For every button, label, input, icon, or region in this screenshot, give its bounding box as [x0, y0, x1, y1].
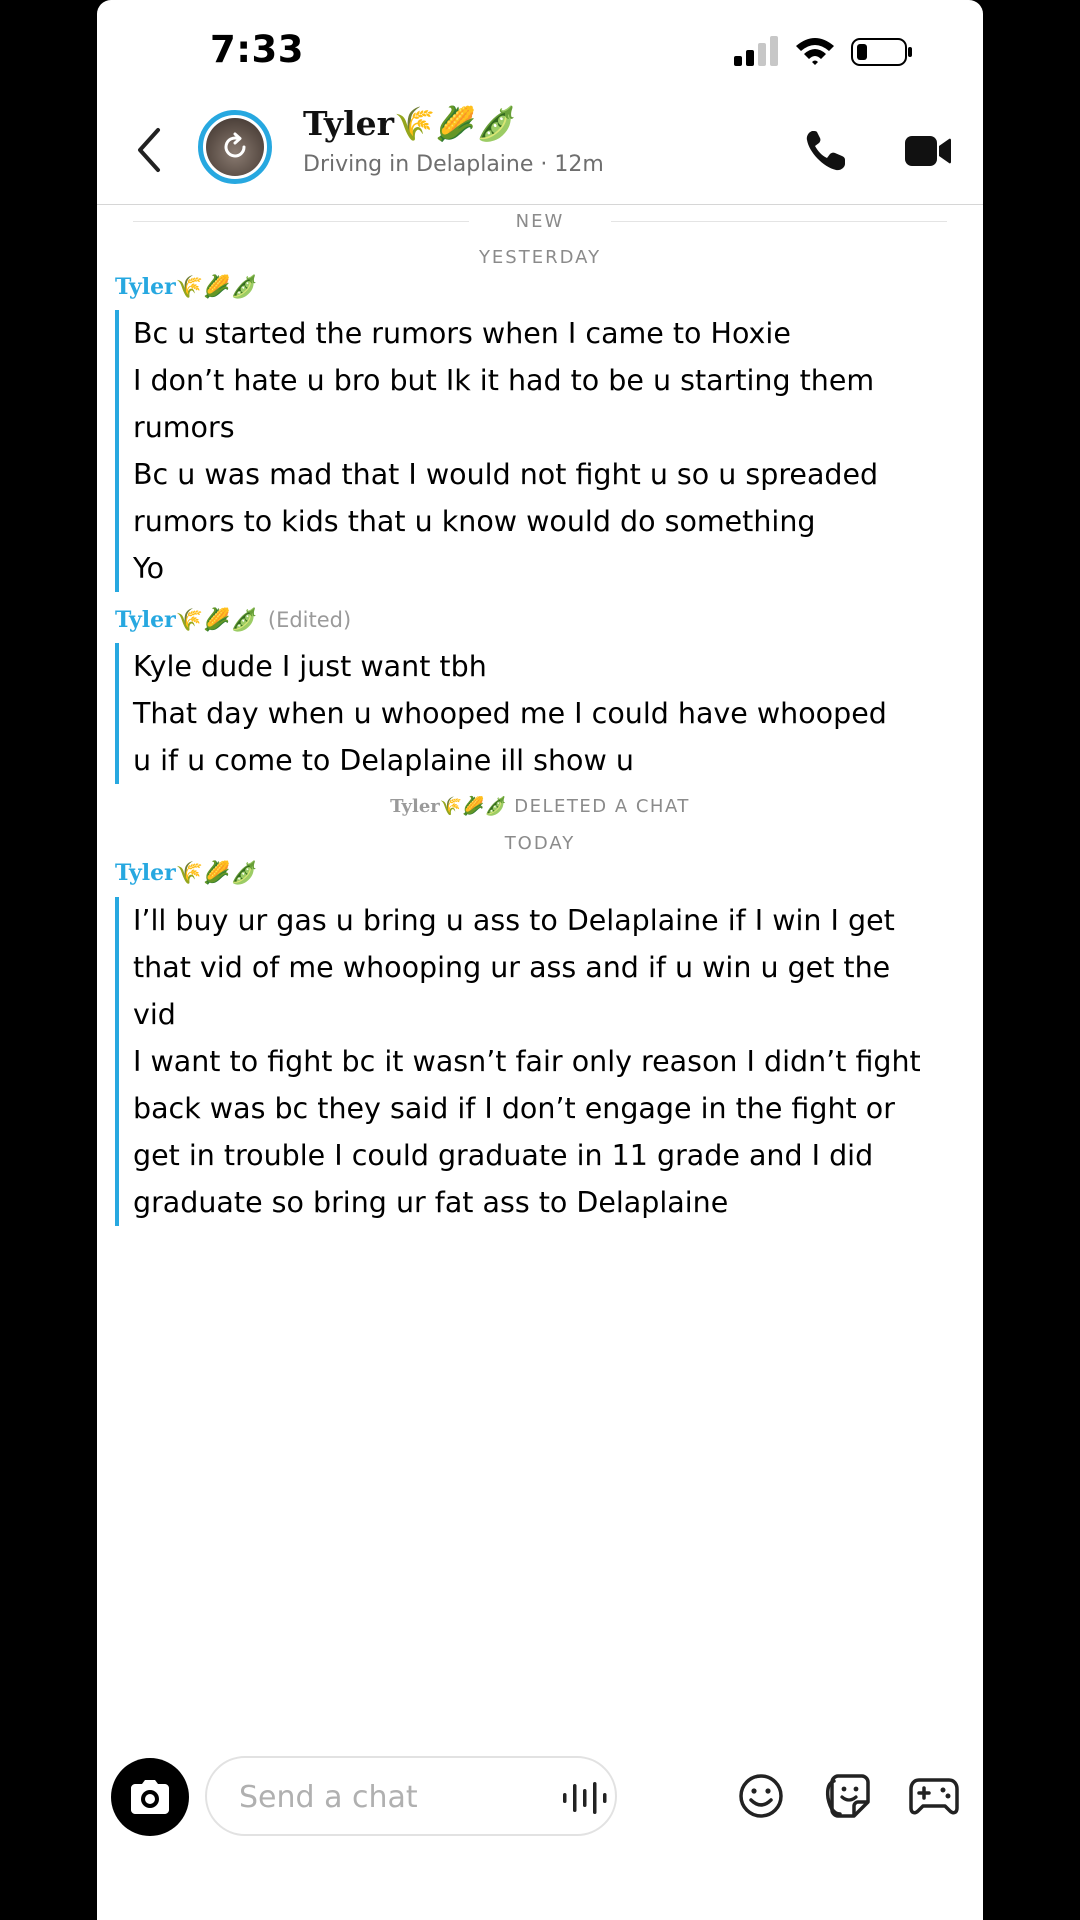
header-divider [97, 204, 983, 205]
video-camera-icon[interactable] [903, 132, 953, 170]
avatar-image [206, 118, 264, 176]
cellular-signal-icon [734, 36, 778, 66]
message-line: that vid of me whooping ur ass and if u … [133, 951, 891, 984]
back-chevron-icon[interactable] [130, 124, 170, 176]
camera-button[interactable] [111, 1758, 189, 1836]
message-line: Bc u was mad that I would not fight u so… [133, 458, 879, 491]
chat-screen: 7:33 Tyler🌾🌽🫛 Driving in Delaplaine · 12… [97, 0, 983, 1920]
wifi-icon [796, 38, 834, 65]
message-line: vid [133, 998, 176, 1031]
message-line: Bc u started the rumors when I came to H… [133, 317, 791, 350]
message-sender: Tyler🌾🌽🫛 [115, 860, 258, 886]
chat-input-container[interactable] [205, 1756, 617, 1836]
status-time: 7:33 [210, 28, 305, 71]
smiley-icon[interactable] [737, 1772, 785, 1820]
gamepad-icon[interactable] [909, 1774, 959, 1818]
contact-name[interactable]: Tyler🌾🌽🫛 [303, 104, 517, 144]
message-group[interactable]: Kyle dude I just want tbh That day when … [115, 643, 965, 784]
message-line: get in trouble I could graduate in 11 gr… [133, 1139, 874, 1172]
contact-status: Driving in Delaplaine · 12m [303, 152, 604, 177]
message-group[interactable]: I’ll buy ur gas u bring u ass to Delapla… [115, 897, 965, 1226]
new-label: NEW [515, 211, 565, 232]
chat-input[interactable] [237, 1772, 531, 1822]
today-label: TODAY [504, 833, 576, 854]
refresh-icon [224, 132, 246, 158]
message-line: I don’t hate u bro but Ik it had to be u… [133, 364, 875, 397]
deleted-note-sender: Tyler🌾🌽🫛 [390, 796, 507, 817]
message-line: I’ll buy ur gas u bring u ass to Delapla… [133, 904, 895, 937]
message-line: rumors to kids that u know would do some… [133, 505, 816, 538]
sender-name: Tyler🌾🌽🫛 [115, 274, 258, 300]
message-sender: Tyler🌾🌽🫛 (Edited) [115, 607, 351, 633]
message-line: Kyle dude I just want tbh [133, 650, 487, 683]
message-group[interactable]: Bc u started the rumors when I came to H… [115, 310, 965, 592]
camera-icon [131, 1780, 169, 1814]
message-sender: Tyler🌾🌽🫛 [115, 274, 258, 300]
voice-waveform-icon[interactable] [561, 1778, 609, 1818]
message-line: back was bc they said if I don’t engage … [133, 1092, 895, 1125]
message-line: I want to fight bc it wasn’t fair only r… [133, 1045, 921, 1078]
message-line: rumors [133, 411, 235, 444]
deleted-note-text: DELETED A CHAT [514, 796, 690, 817]
edited-label: (Edited) [267, 608, 352, 632]
battery-icon [851, 38, 912, 66]
contact-avatar[interactable] [198, 110, 272, 184]
message-line: graduate so bring ur fat ass to Delaplai… [133, 1186, 729, 1219]
sender-name: Tyler🌾🌽🫛 [115, 860, 258, 886]
yesterday-label: YESTERDAY [478, 247, 602, 268]
message-line: Yo [133, 552, 165, 585]
phone-call-icon[interactable] [803, 128, 849, 174]
message-line: That day when u whooped me I could have … [133, 697, 887, 730]
deleted-chat-note: Tyler🌾🌽🫛 DELETED A CHAT [97, 796, 983, 817]
sticker-icon[interactable] [824, 1772, 872, 1820]
sender-name: Tyler🌾🌽🫛 [115, 607, 258, 633]
message-line: u if u come to Delaplaine ill show u [133, 744, 634, 777]
